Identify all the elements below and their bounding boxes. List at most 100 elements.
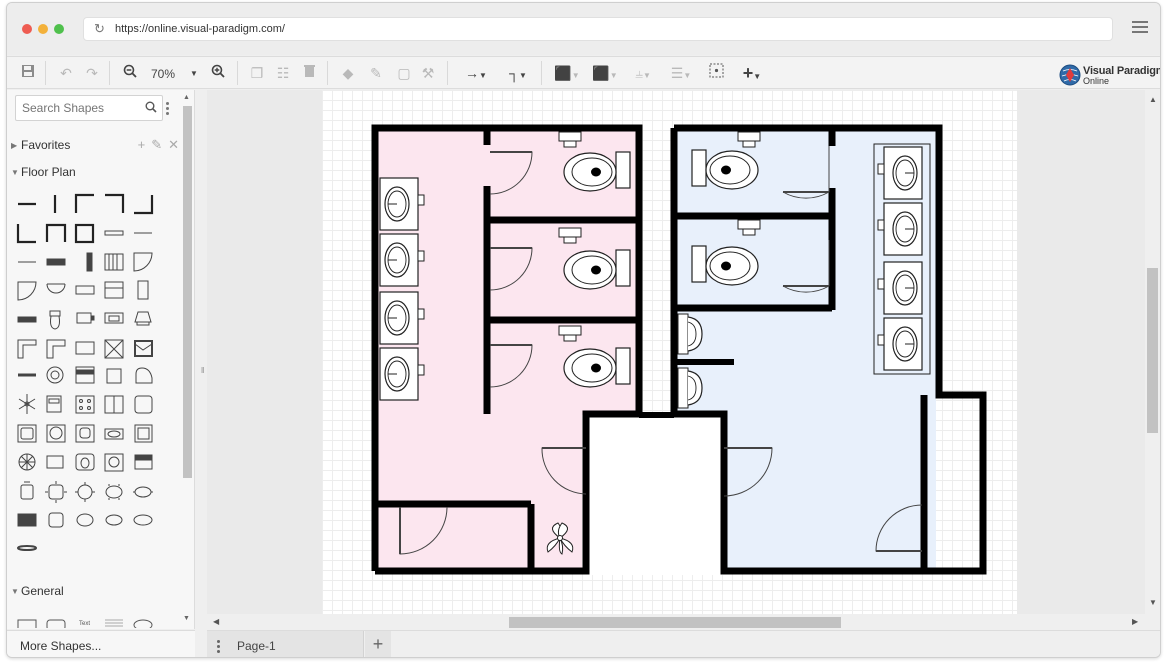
shape-window[interactable] (104, 230, 124, 236)
zoom-out-icon[interactable] (121, 63, 139, 83)
shape-door-arc[interactable] (133, 252, 153, 272)
shape-bench[interactable] (17, 316, 37, 323)
edit-icon[interactable]: ✎ (151, 137, 162, 152)
canvas-vertical-scrollbar[interactable]: ▲ ▼ (1145, 90, 1160, 614)
shape-washing-machine[interactable] (104, 453, 124, 472)
shape-round-table[interactable] (46, 366, 64, 384)
shape-piano[interactable] (135, 367, 153, 384)
shape-tv-stand[interactable] (17, 513, 37, 527)
line-color-icon[interactable]: ✎ (367, 63, 385, 83)
address-bar[interactable]: ↻ https://online.visual-paradigm.com/ (83, 17, 1113, 41)
general-text-shape[interactable]: Text (79, 621, 90, 627)
align-icon[interactable]: ⫨▼ (629, 63, 657, 83)
close-window-button[interactable] (22, 24, 32, 34)
shape-tv[interactable] (76, 312, 95, 324)
shape-envelope[interactable] (134, 340, 153, 357)
close-icon[interactable]: ✕ (168, 137, 179, 152)
zoom-level[interactable]: 70% (151, 67, 175, 81)
shape-wall-corner-3[interactable] (134, 195, 154, 215)
diagram-page[interactable] (322, 90, 1017, 614)
shape-stairs-h[interactable] (46, 258, 66, 266)
shape-bath-corner[interactable] (17, 424, 37, 443)
search-input[interactable] (22, 97, 140, 119)
shape-plant[interactable] (18, 394, 36, 414)
minimize-window-button[interactable] (38, 24, 48, 34)
insert-icon[interactable]: +▼ (735, 63, 769, 83)
zoom-dropdown-icon[interactable]: ▼ (189, 64, 199, 84)
diagram-canvas[interactable] (207, 90, 1145, 614)
mens-sink-2[interactable] (877, 202, 923, 256)
shape-oval-table[interactable] (105, 514, 123, 526)
fill-color-icon[interactable]: ◆ (339, 63, 357, 83)
connector-style-icon[interactable]: →▼ (461, 63, 491, 83)
shape-stairs-v[interactable] (86, 252, 93, 272)
section-general[interactable]: ▼ General (7, 580, 179, 602)
shape-l-desk[interactable] (46, 339, 66, 359)
shape-cabinet[interactable] (104, 281, 124, 299)
zoom-in-icon[interactable] (209, 63, 227, 83)
format-painter-icon[interactable]: ⚒ (419, 63, 437, 83)
browser-menu-icon[interactable] (1132, 21, 1148, 35)
paste-icon[interactable]: ☷ (275, 63, 291, 83)
shape-bathtub[interactable] (104, 428, 124, 440)
undo-icon[interactable]: ↶ (57, 63, 75, 83)
save-icon[interactable] (19, 63, 37, 83)
shape-wall-corner-2[interactable] (105, 193, 125, 213)
reload-icon[interactable]: ↻ (94, 22, 108, 36)
shape-desk[interactable] (104, 312, 124, 324)
shape-kitchen-unit[interactable] (134, 454, 153, 470)
shape-wall-corner-1[interactable] (74, 193, 94, 213)
womens-sink-3[interactable] (379, 291, 425, 345)
shape-wall-corner-4[interactable] (16, 224, 36, 244)
womens-sink-1[interactable] (379, 177, 425, 231)
shape-wall-u[interactable] (45, 223, 67, 242)
add-page-button[interactable]: + (365, 631, 391, 657)
shape-square-tub[interactable] (134, 395, 153, 414)
section-favorites[interactable]: ▶ Favorites + ✎ ✕ (7, 134, 179, 156)
section-floor-plan[interactable]: ▼ Floor Plan (7, 161, 179, 183)
distribute-icon[interactable]: ☰▼ (667, 63, 695, 83)
shape-toilet[interactable] (49, 310, 61, 330)
shape-shower[interactable] (46, 424, 66, 443)
shape-fan[interactable] (18, 453, 36, 471)
more-shapes-button[interactable]: More Shapes... (7, 630, 195, 657)
maximize-window-button[interactable] (54, 24, 64, 34)
copy-icon[interactable]: ❐ (249, 63, 265, 83)
floor-plan-diagram[interactable] (322, 90, 1017, 614)
sidebar-scrollbar[interactable]: ▲ ▼ (181, 94, 193, 624)
shape-oval-table-6[interactable] (105, 484, 123, 500)
panel-splitter[interactable]: ‖ (201, 366, 204, 375)
to-back-icon[interactable]: ⬛▼ (591, 63, 619, 83)
shape-double-door[interactable] (46, 283, 66, 294)
page-tab[interactable]: Page-1 (207, 631, 364, 657)
shape-room[interactable] (74, 223, 95, 244)
shape-washer[interactable] (46, 395, 62, 413)
waypoint-style-icon[interactable]: ┐▼ (503, 63, 533, 83)
delete-icon[interactable] (301, 63, 317, 83)
to-front-icon[interactable]: ⬛▼ (553, 63, 581, 83)
shape-table-2[interactable] (48, 512, 64, 528)
shape-printer[interactable] (134, 311, 152, 326)
mens-sink-1[interactable] (877, 146, 923, 200)
search-icon[interactable] (145, 101, 157, 113)
redo-icon[interactable]: ↷ (83, 63, 101, 83)
shape-monitor[interactable] (75, 341, 95, 355)
mens-sink-3[interactable] (877, 261, 923, 315)
shape-oval-table-8[interactable] (133, 486, 153, 498)
add-icon[interactable]: + (138, 137, 146, 152)
shadow-icon[interactable]: ▢ (395, 63, 413, 83)
search-box[interactable] (15, 95, 163, 121)
shape-shower-stall[interactable] (134, 424, 153, 443)
shape-locker[interactable] (137, 280, 149, 300)
shape-x-box[interactable] (104, 339, 124, 359)
shape-tub[interactable] (106, 368, 122, 384)
shape-door-2[interactable] (17, 281, 37, 301)
shape-rug-oval[interactable] (17, 545, 37, 551)
canvas-horizontal-scrollbar[interactable]: ◀ ▶ (207, 614, 1145, 630)
shape-sink-square[interactable] (75, 424, 95, 443)
shape-bed-single[interactable] (46, 455, 64, 469)
page-menu-icon[interactable] (217, 640, 221, 655)
shape-grate[interactable] (104, 253, 124, 271)
shape-corner-counter[interactable] (17, 339, 37, 359)
mens-sink-4[interactable] (877, 317, 923, 371)
